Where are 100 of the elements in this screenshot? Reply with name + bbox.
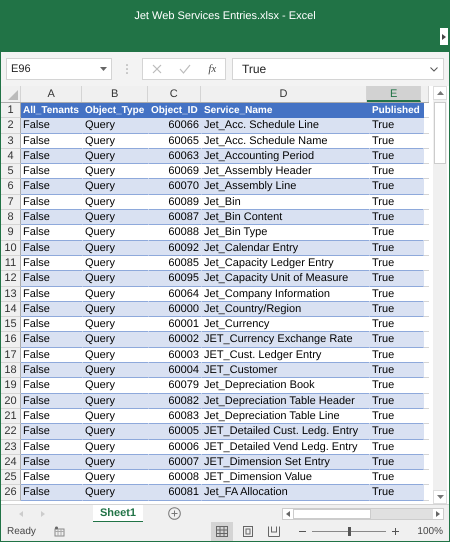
table-cell: True — [372, 440, 394, 453]
table-cell: False — [23, 226, 50, 238]
table-cell: True — [372, 196, 394, 208]
row-number[interactable]: 19 — [1, 378, 21, 394]
table-cell: False — [23, 196, 50, 208]
row-number[interactable]: 1 — [1, 103, 21, 118]
table-cell: False — [23, 425, 50, 438]
table-cell: Query — [85, 288, 115, 300]
scroll-thumb[interactable] — [293, 508, 371, 518]
row-number[interactable]: 3 — [1, 134, 21, 149]
row-number[interactable]: 8 — [1, 210, 21, 226]
zoom-in-icon[interactable] — [392, 528, 400, 535]
scroll-up-icon[interactable] — [436, 91, 444, 95]
table-cell: True — [372, 211, 394, 224]
row-number[interactable]: 10 — [1, 240, 21, 256]
row-number[interactable]: 26 — [1, 485, 21, 501]
table-cell: True — [372, 410, 394, 422]
window-title: Jet Web Services Entries.xlsx - Excel — [134, 10, 316, 22]
table-cell: False — [23, 302, 50, 315]
table-cell: Query — [85, 256, 115, 269]
row-number[interactable]: 15 — [1, 317, 21, 332]
table-cell: JET_Dimension Set Entry — [204, 456, 330, 468]
table-cell: True — [372, 150, 394, 162]
column-header[interactable]: B — [82, 86, 148, 102]
row-number[interactable]: 16 — [1, 332, 21, 348]
table-cell: 60095 — [168, 272, 199, 284]
column-header[interactable]: A — [20, 86, 82, 102]
table-cell: 60081 — [168, 486, 199, 498]
table-cell: JET_Detailed Cust. Ledg. Entry — [204, 425, 358, 438]
table-cell: Jet_Depreciation Book — [204, 379, 315, 392]
name-box[interactable]: E96 — [6, 58, 112, 80]
scroll-right-icon[interactable] — [436, 510, 440, 516]
table-cell: Query — [85, 410, 115, 422]
column-header[interactable]: E — [367, 86, 422, 102]
table-cell: True — [372, 456, 394, 468]
table-cell: False — [23, 211, 50, 224]
row-number[interactable]: 12 — [1, 271, 21, 287]
row-number[interactable]: 23 — [1, 440, 21, 455]
row-number[interactable]: 20 — [1, 394, 21, 409]
scroll-left-icon[interactable] — [286, 510, 290, 516]
table-cell: Query — [85, 272, 115, 284]
table-cell: False — [23, 486, 50, 498]
row-number[interactable]: 4 — [1, 148, 21, 164]
sheet-tab[interactable]: Sheet1 — [93, 504, 143, 522]
row-number[interactable]: 5 — [1, 164, 21, 180]
normal-view-button[interactable] — [211, 522, 234, 541]
table-cell: Jet_Capacity Ledger Entry — [204, 256, 334, 269]
add-sheet-icon[interactable] — [168, 507, 181, 520]
scroll-thumb[interactable] — [434, 102, 446, 164]
table-cell: 60083 — [168, 410, 199, 422]
row-number[interactable]: 6 — [1, 179, 21, 195]
table-cell: Jet_Bin Type — [204, 226, 268, 238]
chevron-icon — [430, 66, 438, 72]
table-cell: True — [372, 348, 394, 361]
zoom-level[interactable]: 100% — [417, 526, 443, 537]
table-cell: False — [23, 288, 50, 300]
table-cell: False — [23, 318, 50, 330]
table-cell: Query — [85, 333, 115, 346]
grid-icon — [216, 526, 228, 537]
table-cell: False — [23, 394, 50, 407]
table-cell: False — [23, 272, 50, 284]
table-cell: Object_ID — [151, 105, 198, 116]
row-number[interactable]: 14 — [1, 302, 21, 318]
vertical-scrollbar[interactable] — [433, 86, 447, 504]
table-cell: False — [23, 471, 50, 484]
status-text: Ready — [7, 526, 36, 537]
macro-recording-icon[interactable] — [54, 526, 65, 537]
zoom-out-icon[interactable] — [299, 528, 306, 535]
table-cell: Query — [85, 302, 115, 315]
table-cell: Jet_Acc. Schedule Line — [204, 119, 319, 132]
table-cell: Jet_Company Information — [204, 288, 330, 300]
row-number[interactable]: 11 — [1, 256, 21, 272]
row-number[interactable]: 18 — [1, 363, 21, 378]
table-cell: False — [23, 456, 50, 468]
table-cell: 60000 — [168, 302, 199, 315]
horizontal-scrollbar[interactable] — [282, 508, 444, 520]
table-cell: True — [372, 318, 394, 330]
row-number[interactable]: 13 — [1, 286, 21, 302]
row-number[interactable]: 2 — [1, 118, 21, 134]
table-cell: 60079 — [168, 379, 199, 392]
row-number[interactable]: 22 — [1, 424, 21, 440]
table-cell: 60007 — [168, 456, 199, 468]
formula-field[interactable]: True — [232, 58, 444, 80]
row-number[interactable]: 21 — [1, 408, 21, 424]
ribbon-expand-button[interactable] — [440, 28, 448, 45]
scroll-down-icon[interactable] — [436, 495, 444, 499]
row-number[interactable]: 17 — [1, 348, 21, 364]
triangle-icon — [8, 90, 18, 100]
row-number[interactable]: 24 — [1, 454, 21, 470]
row-number[interactable]: 7 — [1, 194, 21, 210]
table-cell: JET_Customer — [204, 364, 278, 376]
table-cell: Query — [85, 486, 115, 498]
insert-function-button[interactable]: fx — [208, 63, 216, 75]
table-cell: True — [372, 242, 394, 254]
row-number[interactable]: 25 — [1, 470, 21, 486]
column-header[interactable]: C — [148, 86, 201, 102]
row-number[interactable]: 9 — [1, 225, 21, 241]
table-cell: 60092 — [168, 242, 199, 254]
table-cell: True — [372, 364, 394, 376]
caret-icon — [442, 34, 446, 40]
